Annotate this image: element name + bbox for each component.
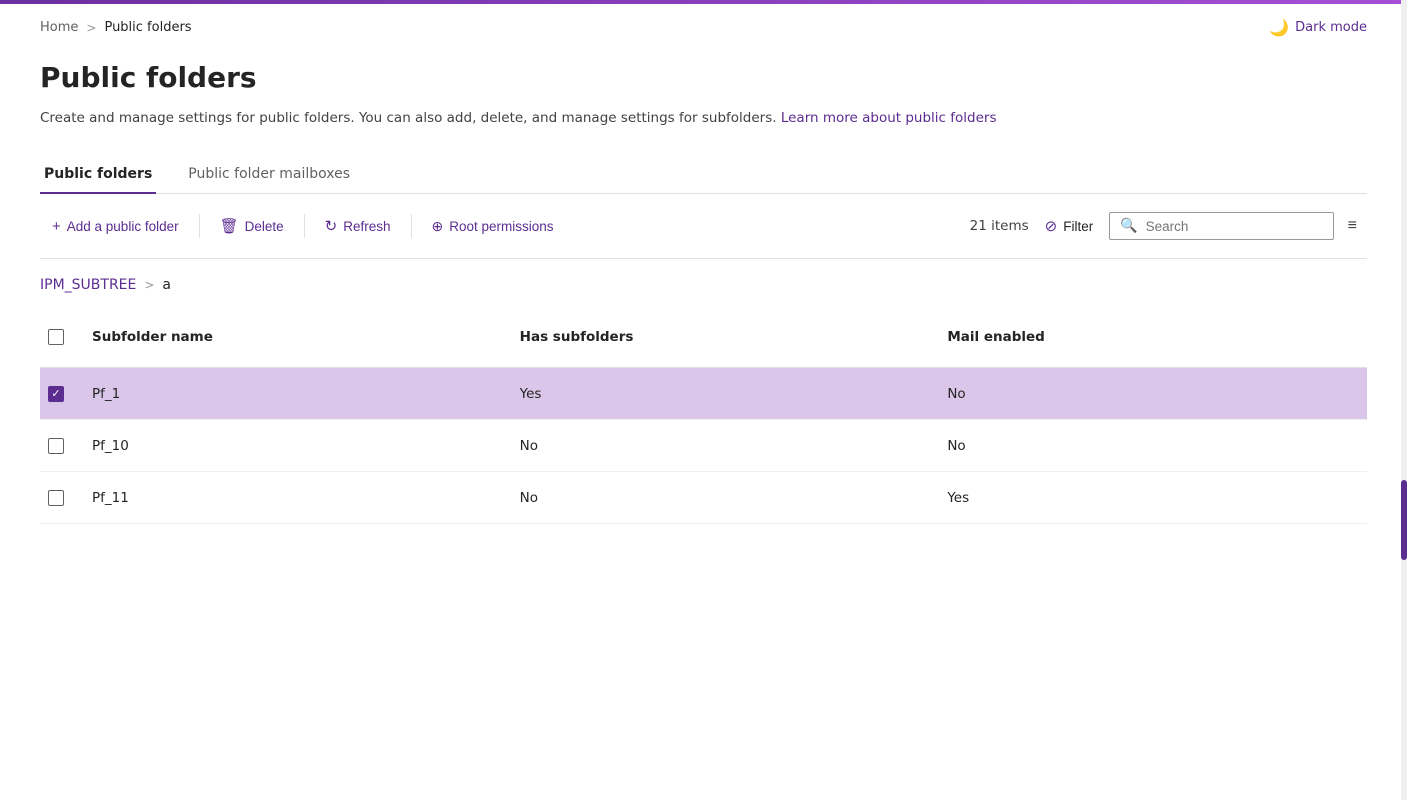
tab-public-folders[interactable]: Public folders bbox=[40, 156, 156, 194]
root-permissions-icon: ⊕ bbox=[432, 218, 444, 235]
dark-mode-label: Dark mode bbox=[1295, 20, 1367, 35]
mail-enabled-pf10: No bbox=[939, 424, 1367, 468]
refresh-button-label: Refresh bbox=[343, 219, 390, 234]
refresh-icon: ↻ bbox=[325, 217, 338, 235]
row-checkbox-cell bbox=[40, 372, 84, 416]
delete-button-label: Delete bbox=[245, 219, 284, 234]
refresh-button[interactable]: ↻ Refresh bbox=[313, 210, 403, 242]
mail-enabled-pf1: No bbox=[939, 372, 1367, 416]
scrollbar-thumb[interactable] bbox=[1401, 480, 1407, 560]
row-checkbox-pf10[interactable] bbox=[48, 438, 64, 454]
learn-more-link[interactable]: Learn more about public folders bbox=[781, 110, 997, 126]
has-subfolders-pf10: No bbox=[512, 424, 940, 468]
main-content: Public folders Create and manage setting… bbox=[0, 51, 1407, 564]
has-subfolders-pf11: No bbox=[512, 476, 940, 520]
search-box[interactable]: 🔍 bbox=[1109, 212, 1333, 240]
items-count: 21 items bbox=[970, 218, 1029, 234]
delete-button[interactable]: 🗑 Delete bbox=[208, 210, 296, 242]
header-checkbox-cell bbox=[40, 315, 84, 359]
add-icon: + bbox=[52, 218, 61, 235]
scrollbar-track bbox=[1401, 0, 1407, 800]
row-checkbox-pf11[interactable] bbox=[48, 490, 64, 506]
filter-label: Filter bbox=[1063, 219, 1093, 234]
toolbar: + Add a public folder 🗑 Delete ↻ Refresh… bbox=[40, 194, 1367, 259]
row-checkbox-cell bbox=[40, 424, 84, 468]
page-description: Create and manage settings for public fo… bbox=[40, 108, 1367, 128]
select-all-checkbox[interactable] bbox=[48, 329, 64, 345]
path-separator: > bbox=[144, 278, 154, 292]
path-nav: IPM_SUBTREE > a bbox=[40, 259, 1367, 307]
table-container: Subfolder name Has subfolders Mail enabl… bbox=[40, 307, 1367, 524]
filter-icon: ⊘ bbox=[1045, 217, 1058, 235]
row-checkbox-cell bbox=[40, 476, 84, 520]
column-header-mail-enabled: Mail enabled bbox=[939, 315, 1367, 359]
page-title: Public folders bbox=[40, 61, 1367, 94]
breadcrumb-current: Public folders bbox=[104, 20, 191, 35]
tabs-container: Public folders Public folder mailboxes bbox=[40, 156, 1367, 194]
path-root-link[interactable]: IPM_SUBTREE bbox=[40, 277, 136, 293]
subfolder-name-pf1: Pf_1 bbox=[84, 372, 512, 416]
has-subfolders-pf1: Yes bbox=[512, 372, 940, 416]
table-row[interactable]: Pf_11 No Yes bbox=[40, 472, 1367, 524]
root-permissions-button[interactable]: ⊕ Root permissions bbox=[420, 211, 566, 242]
add-button-label: Add a public folder bbox=[67, 219, 179, 234]
breadcrumb-separator: > bbox=[86, 21, 96, 35]
row-checkbox-pf1[interactable] bbox=[48, 386, 64, 402]
subfolder-name-pf11: Pf_11 bbox=[84, 476, 512, 520]
toolbar-separator-2 bbox=[304, 214, 305, 238]
delete-icon: 🗑 bbox=[220, 217, 239, 235]
add-public-folder-button[interactable]: + Add a public folder bbox=[40, 211, 191, 242]
table-header: Subfolder name Has subfolders Mail enabl… bbox=[40, 307, 1367, 368]
mail-enabled-pf11: Yes bbox=[939, 476, 1367, 520]
column-header-subfolder-name: Subfolder name bbox=[84, 315, 512, 359]
search-input[interactable] bbox=[1146, 219, 1323, 234]
search-icon: 🔍 bbox=[1120, 218, 1137, 234]
tab-public-folder-mailboxes[interactable]: Public folder mailboxes bbox=[184, 156, 354, 194]
column-header-has-subfolders: Has subfolders bbox=[512, 315, 940, 359]
breadcrumb: Home > Public folders 🌙 Dark mode bbox=[0, 4, 1407, 51]
subfolder-name-pf10: Pf_10 bbox=[84, 424, 512, 468]
table-row[interactable]: Pf_10 No No bbox=[40, 420, 1367, 472]
view-toggle-button[interactable]: ≡ bbox=[1338, 210, 1367, 242]
dark-mode-toggle[interactable]: 🌙 Dark mode bbox=[1269, 18, 1367, 37]
filter-button[interactable]: ⊘ Filter bbox=[1033, 210, 1106, 242]
path-current: a bbox=[162, 277, 171, 293]
toolbar-separator-1 bbox=[199, 214, 200, 238]
breadcrumb-home[interactable]: Home bbox=[40, 20, 78, 35]
root-permissions-label: Root permissions bbox=[449, 219, 553, 234]
toolbar-separator-3 bbox=[411, 214, 412, 238]
table-row[interactable]: Pf_1 Yes No bbox=[40, 368, 1367, 420]
dark-mode-icon: 🌙 bbox=[1269, 18, 1289, 37]
